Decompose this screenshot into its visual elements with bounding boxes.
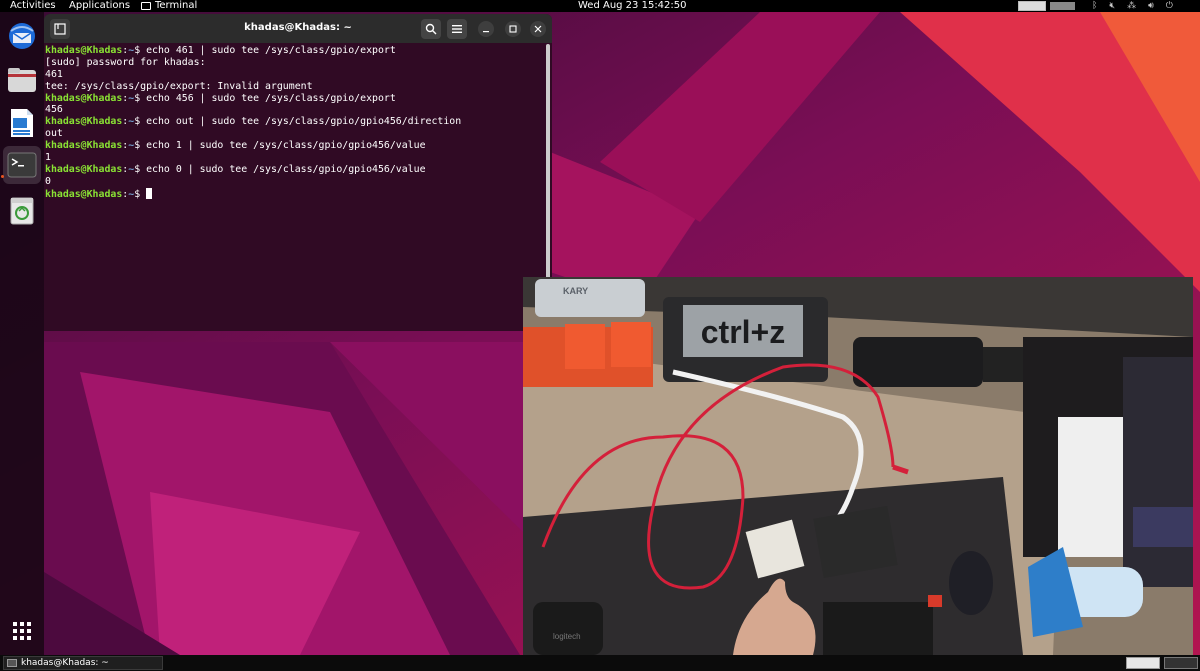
volume-muted-icon[interactable]: 🔇︎: [1109, 0, 1115, 12]
terminal-command-line: khadas@Khadas:~$ echo 461 | sudo tee /sy…: [45, 45, 545, 57]
terminal-titlebar[interactable]: khadas@Khadas: ~: [44, 14, 552, 43]
dock-item-trash[interactable]: [6, 194, 38, 226]
terminal-app-menu[interactable]: Terminal: [141, 0, 197, 12]
top-bar: Activities Applications Terminal Wed Aug…: [0, 0, 1200, 12]
thunderbird-icon: [9, 23, 35, 49]
logitech-text: logitech: [553, 632, 581, 641]
applications-menu[interactable]: Applications: [69, 0, 130, 12]
workspace-indicator-1[interactable]: [1018, 1, 1046, 11]
terminal-output-line: [sudo] password for khadas:: [45, 56, 206, 68]
camera-scene: KARY ctrl+z logitech: [523, 277, 1193, 655]
search-icon: [425, 23, 437, 35]
maximize-button[interactable]: [505, 21, 521, 37]
minimize-button[interactable]: [478, 21, 494, 37]
terminal-icon: [141, 2, 151, 10]
files-icon: [8, 68, 36, 92]
dock: [0, 12, 44, 655]
taskbar-window-terminal[interactable]: khadas@Khadas: ~: [3, 656, 163, 670]
maximize-icon: [509, 25, 517, 33]
ctrl-z-sign: ctrl+z: [701, 314, 785, 350]
terminal-icon: [7, 152, 37, 178]
command-text: echo 0 | sudo tee /sys/class/gpio/gpio45…: [146, 163, 426, 175]
camera-feed: KARY ctrl+z logitech: [523, 277, 1193, 655]
text-cursor: [146, 187, 153, 199]
brand-text: KARY: [563, 286, 588, 296]
workspace-switcher-1[interactable]: [1126, 657, 1160, 669]
terminal-output-line: 1: [45, 152, 51, 164]
terminal-output-line: 456: [45, 104, 63, 116]
workspace-indicator-2[interactable]: [1050, 2, 1075, 10]
show-apps-button[interactable]: [6, 615, 38, 647]
prompt-char: $: [134, 163, 147, 175]
terminal-output-line: 461: [45, 68, 63, 80]
power-icon[interactable]: ⏻: [1166, 0, 1173, 12]
terminal-command-line: khadas@Khadas:~$ echo out | sudo tee /sy…: [45, 116, 545, 128]
command-text: echo out | sudo tee /sys/class/gpio/gpio…: [146, 116, 462, 128]
terminal-output-line: tee: /sys/class/gpio/export: Invalid arg…: [45, 80, 313, 92]
network-icon[interactable]: ⁂: [1127, 0, 1136, 12]
terminal-output-line: out: [45, 128, 63, 140]
volume-icon[interactable]: 🔊︎: [1148, 0, 1154, 12]
hamburger-menu-icon: [452, 25, 462, 33]
libreoffice-writer-icon: [11, 109, 33, 137]
close-button[interactable]: [530, 21, 546, 37]
prompt-char: $: [134, 116, 147, 128]
hamburger-menu-button[interactable]: [447, 19, 467, 39]
terminal-output[interactable]: khadas@Khadas:~$ echo 461 | sudo tee /sy…: [45, 45, 545, 325]
prompt-user: khadas@Khadas: [45, 188, 123, 200]
system-tray[interactable]: ᛒ 🔇︎ ⁂ 🔊︎ ⏻: [1092, 0, 1173, 12]
dock-item-libreoffice-writer[interactable]: [6, 107, 38, 139]
dock-item-files[interactable]: [6, 64, 38, 96]
dock-item-terminal[interactable]: [3, 146, 41, 184]
prompt-user: khadas@Khadas: [45, 140, 123, 152]
workspace-switcher-2[interactable]: [1164, 657, 1198, 669]
bottom-taskbar: khadas@Khadas: ~: [0, 655, 1200, 671]
command-text: echo 456 | sudo tee /sys/class/gpio/expo…: [146, 92, 396, 104]
prompt-user: khadas@Khadas: [45, 92, 123, 104]
terminal-command-line: khadas@Khadas:~$ echo 1 | sudo tee /sys/…: [45, 140, 545, 152]
close-icon: [534, 25, 542, 33]
taskbar-window-label: khadas@Khadas: ~: [21, 658, 109, 668]
minimize-icon: [483, 31, 489, 33]
clock[interactable]: Wed Aug 23 15:42:50: [578, 0, 687, 12]
prompt-char: $: [134, 92, 147, 104]
terminal-command-line: khadas@Khadas:~$ echo 0 | sudo tee /sys/…: [45, 164, 545, 176]
prompt-user: khadas@Khadas: [45, 116, 123, 128]
running-indicator: [1, 175, 4, 178]
activities-button[interactable]: Activities: [10, 0, 56, 12]
prompt-user: khadas@Khadas: [45, 45, 123, 56]
search-button[interactable]: [421, 19, 441, 39]
bluetooth-icon[interactable]: ᛒ: [1092, 0, 1097, 12]
command-text: echo 461 | sudo tee /sys/class/gpio/expo…: [146, 45, 396, 56]
terminal-window[interactable]: khadas@Khadas: ~ khadas@Khadas:~$ echo 4…: [44, 14, 552, 331]
trash-icon: [10, 197, 34, 225]
command-text: echo 1 | sudo tee /sys/class/gpio/gpio45…: [146, 140, 426, 152]
terminal-output-line: 0: [45, 175, 51, 187]
prompt-char: $: [134, 188, 147, 200]
prompt-char: $: [134, 45, 147, 56]
terminal-command-line: khadas@Khadas:~$: [45, 187, 545, 200]
dock-item-thunderbird[interactable]: [6, 20, 38, 52]
prompt-char: $: [134, 140, 147, 152]
terminal-icon: [7, 659, 17, 667]
show-apps-icon: [13, 622, 31, 640]
terminal-command-line: khadas@Khadas:~$ echo 456 | sudo tee /sy…: [45, 93, 545, 105]
prompt-user: khadas@Khadas: [45, 163, 123, 175]
terminal-app-menu-label: Terminal: [155, 0, 198, 11]
terminal-title: khadas@Khadas: ~: [244, 22, 352, 33]
